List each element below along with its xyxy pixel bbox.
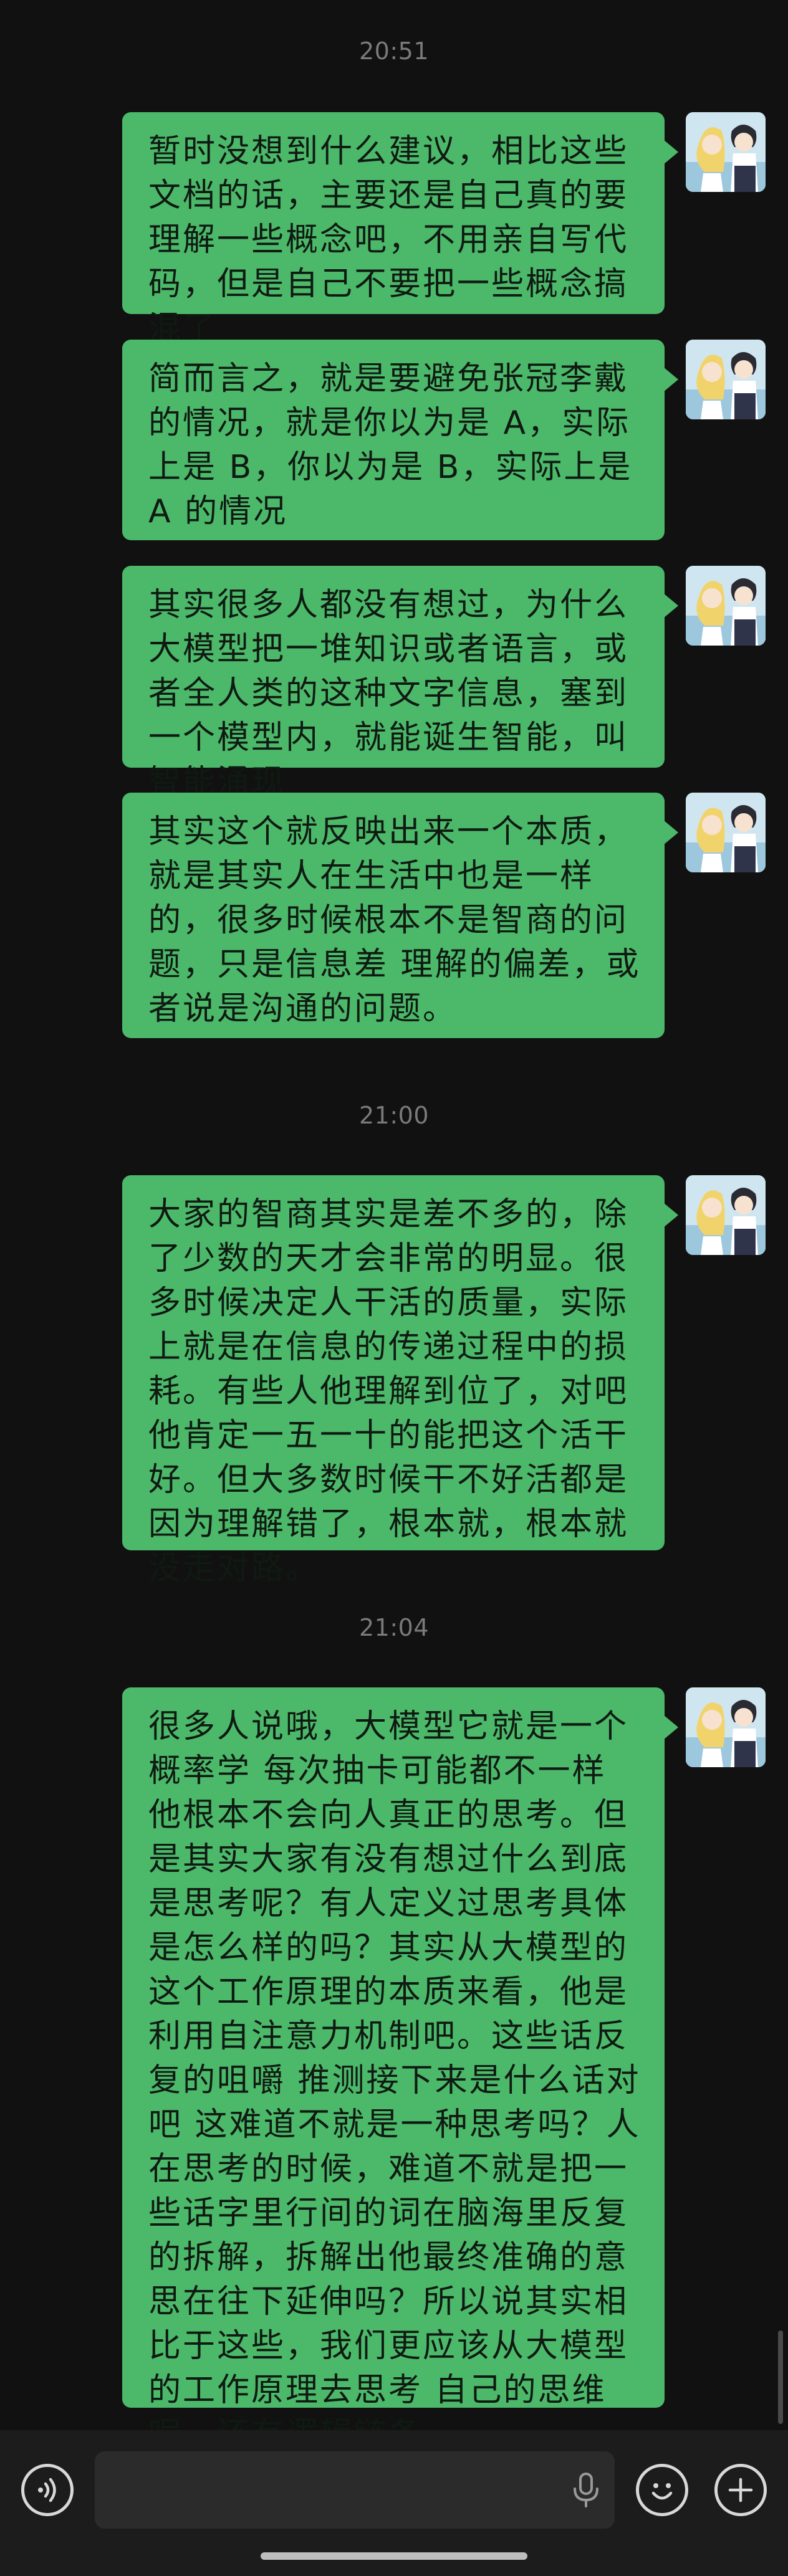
message-input-box [95, 2451, 615, 2530]
bubble-tail [663, 820, 678, 845]
more-button[interactable] [714, 2464, 767, 2516]
bubble-tail [663, 367, 678, 392]
scrollbar[interactable] [778, 2330, 783, 2424]
avatar-image [686, 1175, 766, 1255]
message-bubble[interactable]: 其实很多人都没有想过，为什么大模型把一堆知识或者语言，或者全人类的这种文字信息，… [122, 566, 665, 801]
message-bubble[interactable]: 暂时没想到什么建议，相比这些文档的话，主要还是自己真的要理解一些概念吧，不用亲自… [122, 112, 665, 347]
voice-wave-icon [38, 2478, 56, 2502]
bubble-tail [663, 1715, 678, 1740]
avatar[interactable] [686, 112, 766, 192]
timestamp: 21:00 [358, 1102, 429, 1129]
message-bubble[interactable]: 很多人说哦，大模型它就是一个概率学 每次抽卡可能都不一样 他根本不会向人真正的思… [122, 1687, 665, 2453]
microphone-icon[interactable] [569, 2470, 603, 2510]
avatar-image [686, 793, 766, 872]
avatar[interactable] [686, 340, 766, 419]
avatar-image [686, 112, 766, 192]
input-bar [0, 2430, 788, 2576]
message-bubble[interactable]: 简而言之，就是要避免张冠李戴的情况，就是你以为是 A，实际上是 B，你以为是 B… [122, 340, 665, 540]
chat-area: 20:51 暂时没想到什么建议，相比这些文档的话，主要还是自己真的要理解一些概念… [0, 0, 788, 2453]
message-input[interactable] [110, 2451, 574, 2530]
avatar[interactable] [686, 793, 766, 872]
plus-icon [728, 2478, 753, 2502]
bubble-tail [663, 140, 678, 165]
message-bubble[interactable]: 大家的智商其实是差不多的，除了少数的天才会非常的明显。很多时候决定人干活的质量，… [122, 1175, 665, 1587]
home-indicator[interactable] [261, 2552, 527, 2560]
avatar[interactable] [686, 1175, 766, 1255]
avatar[interactable] [686, 1687, 766, 1767]
emoji-icon [651, 2483, 673, 2500]
bubble-tail [663, 1203, 678, 1228]
message-bubble[interactable]: 其实这个就反映出来一个本质，就是其实人在生活中也是一样的，很多时候根本不是智商的… [122, 793, 665, 1038]
timestamp: 21:04 [358, 1614, 429, 1641]
emoji-button[interactable] [636, 2464, 688, 2516]
voice-mode-button[interactable] [21, 2464, 74, 2516]
bubble-tail [663, 593, 678, 618]
timestamp: 20:51 [358, 37, 429, 65]
avatar-image [686, 340, 766, 419]
avatar-image [686, 1687, 766, 1767]
avatar-image [686, 566, 766, 646]
avatar[interactable] [686, 566, 766, 646]
